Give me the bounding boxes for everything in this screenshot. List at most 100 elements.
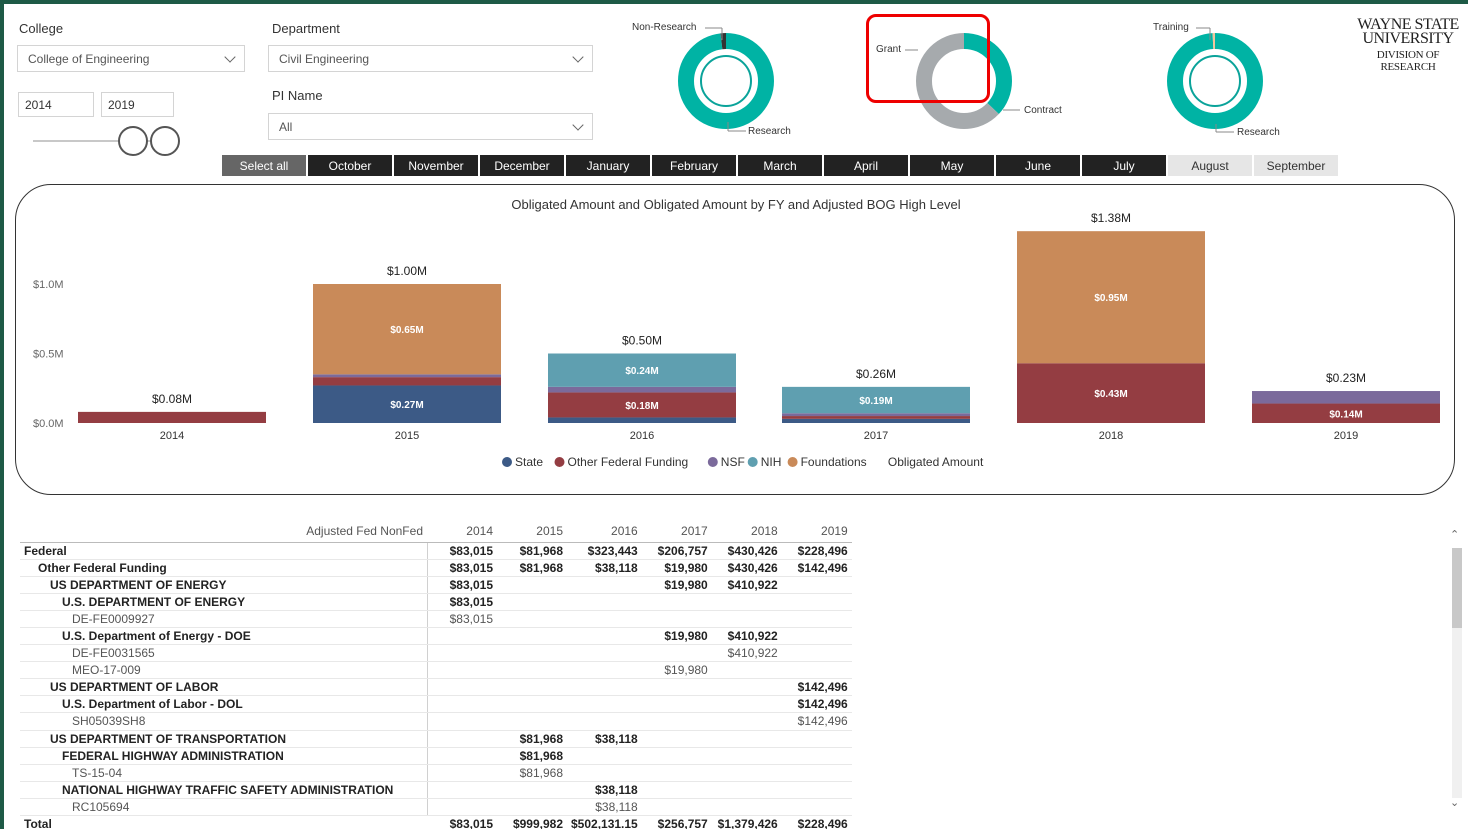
row-label: US DEPARTMENT OF TRANSPORTATION xyxy=(20,730,428,748)
table-cell xyxy=(497,798,567,817)
table-cell: $83,015 xyxy=(427,559,497,577)
table-cell xyxy=(567,610,642,628)
legend-marker xyxy=(502,457,512,467)
table-row[interactable]: NATIONAL HIGHWAY TRAFFIC SAFETY ADMINIST… xyxy=(20,781,852,799)
table-cell xyxy=(427,747,497,765)
bar-segment-2016-state[interactable] xyxy=(548,417,736,423)
table-cell xyxy=(781,627,852,646)
column-header[interactable]: 2018 xyxy=(711,520,782,543)
donut2-bottom-label: Contract xyxy=(1024,105,1062,116)
table-cell xyxy=(641,695,712,714)
x-tick-label: 2019 xyxy=(1334,430,1358,442)
table-cell xyxy=(641,747,712,765)
total-cell: $256,757 xyxy=(641,814,712,829)
segment-data-label: $0.19M xyxy=(859,396,892,407)
table-row[interactable]: RC105694 $38,118 xyxy=(20,798,852,817)
donut3-segment-1[interactable] xyxy=(1167,33,1263,129)
table-row[interactable]: Federal $83,015 $81,968 $323,443 $206,757 $43… xyxy=(20,542,852,560)
scrollbar-thumb[interactable] xyxy=(1452,548,1462,628)
logo-line3: DIVISION OF RESEARCH xyxy=(1376,49,1440,73)
table-cell xyxy=(711,730,782,748)
donut3-top-label: Training xyxy=(1153,22,1189,33)
table-cell xyxy=(781,593,852,611)
row-label: Federal xyxy=(20,542,428,560)
chart-title: Obligated Amount and Obligated Amount by… xyxy=(511,197,960,212)
legend-label[interactable]: Foundations xyxy=(801,455,867,469)
legend-label[interactable]: Obligated Amount xyxy=(888,455,984,469)
column-header[interactable]: 2016 xyxy=(567,520,642,543)
total-cell: $502,131.15 xyxy=(567,814,642,829)
table-cell: $81,968 xyxy=(497,764,567,782)
table-cell xyxy=(567,576,642,594)
column-header[interactable]: 2014 xyxy=(427,520,497,543)
scroll-down-icon[interactable]: ⌄ xyxy=(1450,796,1459,809)
legend-label[interactable]: Other Federal Funding xyxy=(568,455,689,469)
bar-segment-2017-state[interactable] xyxy=(782,418,970,423)
table-cell xyxy=(427,798,497,817)
table-row[interactable]: DE-FE0009927 $83,015 xyxy=(20,610,852,628)
table-cell xyxy=(641,712,712,731)
table-row[interactable]: DE-FE0031565 $410,922 xyxy=(20,644,852,663)
x-tick-label: 2016 xyxy=(630,430,654,442)
segment-data-label: $0.65M xyxy=(390,325,423,336)
donut3-bottom-label: Research xyxy=(1237,127,1280,138)
bar-segment-2014-other-federal-funding[interactable] xyxy=(78,411,266,423)
bar-segment-2016-nsf[interactable] xyxy=(548,386,736,393)
table-cell xyxy=(781,730,852,748)
table-row[interactable]: U.S. Department of Labor - DOL $142,496 xyxy=(20,695,852,714)
donut3-inner-ring xyxy=(1189,55,1241,107)
row-label: NATIONAL HIGHWAY TRAFFIC SAFETY ADMINIST… xyxy=(20,781,428,799)
column-header[interactable]: 2019 xyxy=(781,520,852,543)
bar-segment-2015-nsf[interactable] xyxy=(313,374,501,378)
segment-data-label: $0.43M xyxy=(1094,389,1127,400)
bar-segment-2017-nsf[interactable] xyxy=(782,413,970,417)
stacked-bar-chart[interactable]: Obligated Amount and Obligated Amount by… xyxy=(0,180,1468,490)
row-label: US DEPARTMENT OF LABOR xyxy=(20,678,428,697)
table-row[interactable]: US DEPARTMENT OF ENERGY $83,015 $19,980 $41… xyxy=(20,576,852,594)
table-cell xyxy=(427,764,497,782)
donut1-segment-1[interactable] xyxy=(678,33,774,129)
bar-segment-2017-other-federal-funding[interactable] xyxy=(782,416,970,419)
table-row[interactable]: US DEPARTMENT OF LABOR $142,496 xyxy=(20,678,852,697)
table-cell xyxy=(711,747,782,765)
table-cell: $83,015 xyxy=(427,542,497,560)
table-cell: $142,496 xyxy=(781,559,852,577)
legend-label[interactable]: NSF xyxy=(721,455,745,469)
bar-total-label: $0.23M xyxy=(1326,371,1366,385)
bar-segment-2015-other-federal-funding[interactable] xyxy=(313,377,501,386)
table-cell xyxy=(711,781,782,799)
scroll-up-icon[interactable]: ⌃ xyxy=(1450,528,1459,541)
table-row[interactable]: Other Federal Funding $83,015 $81,968 $38,1… xyxy=(20,559,852,577)
table-row[interactable]: FEDERAL HIGHWAY ADMINISTRATION $81,968 xyxy=(20,747,852,765)
legend-label[interactable]: NIH xyxy=(761,455,782,469)
table-row[interactable]: U.S. Department of Energy - DOE $19,980 $4… xyxy=(20,627,852,646)
table-row[interactable]: U.S. DEPARTMENT OF ENERGY $83,015 xyxy=(20,593,852,611)
table-row[interactable]: MEO-17-009 $19,980 xyxy=(20,661,852,680)
bar-total-label: $1.00M xyxy=(387,264,427,278)
table-cell xyxy=(641,730,712,748)
bar-total-label: $0.08M xyxy=(152,392,192,406)
column-header[interactable]: Adjusted Fed NonFed xyxy=(20,520,427,543)
bar-segment-2019-nsf[interactable] xyxy=(1252,391,1440,404)
column-header[interactable]: 2017 xyxy=(641,520,712,543)
donut1-top-label: Non-Research xyxy=(632,22,697,33)
table-cell xyxy=(711,593,782,611)
table-cell xyxy=(567,747,642,765)
table-cell: $81,968 xyxy=(497,747,567,765)
table-cell xyxy=(497,644,567,663)
table-row[interactable]: US DEPARTMENT OF TRANSPORTATION $81,968 $3… xyxy=(20,730,852,748)
segment-data-label: $0.18M xyxy=(625,401,658,412)
table-row[interactable]: TS-15-04 $81,968 xyxy=(20,764,852,782)
table-cell: $430,426 xyxy=(711,542,782,560)
table-cell xyxy=(781,781,852,799)
table-cell xyxy=(781,576,852,594)
column-header[interactable]: 2015 xyxy=(497,520,567,543)
row-label: US DEPARTMENT OF ENERGY xyxy=(20,576,428,594)
legend-label[interactable]: State xyxy=(515,455,543,469)
table-cell xyxy=(427,781,497,799)
total-cell: $228,496 xyxy=(781,814,852,829)
table-cell: $38,118 xyxy=(567,730,642,748)
table-row[interactable]: SH05039SH8 $142,496 xyxy=(20,712,852,731)
bar-total-label: $0.26M xyxy=(856,367,896,381)
table-cell xyxy=(497,576,567,594)
